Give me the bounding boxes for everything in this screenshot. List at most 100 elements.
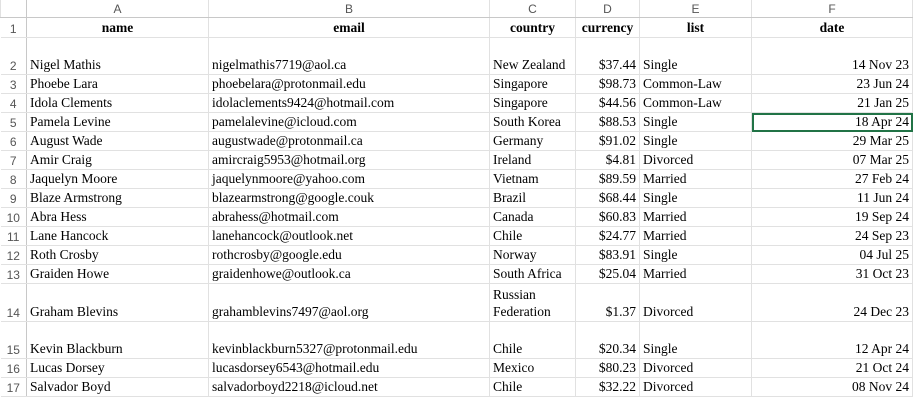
row-number[interactable]: 14 [0, 283, 27, 322]
row-number[interactable]: 12 [0, 245, 27, 265]
cell-email[interactable]: jaquelynmoore@yahoo.com [208, 169, 490, 189]
cell-country[interactable]: South Korea [489, 112, 576, 132]
cell-country[interactable]: Norway [489, 245, 576, 265]
column-header-b[interactable]: B [208, 0, 490, 18]
cell-currency[interactable]: $24.77 [575, 226, 640, 246]
header-cell-name[interactable]: name [26, 17, 209, 38]
cell-date[interactable]: 31 Oct 23 [751, 264, 913, 284]
header-cell-country[interactable]: country [489, 17, 576, 38]
cell-currency[interactable]: $44.56 [575, 93, 640, 113]
cell-list[interactable]: Married [639, 264, 752, 284]
cell-email[interactable]: lucasdorsey6543@hotmail.edu [208, 358, 490, 378]
cell-date[interactable]: 24 Sep 23 [751, 226, 913, 246]
cell-country[interactable]: Russian Federation [489, 283, 576, 322]
row-number[interactable]: 11 [0, 226, 27, 246]
cell-name[interactable]: Pamela Levine [26, 112, 209, 132]
cell-currency[interactable]: $80.23 [575, 358, 640, 378]
row-number[interactable]: 6 [0, 131, 27, 151]
cell-currency[interactable]: $68.44 [575, 188, 640, 208]
cell-currency[interactable]: $32.22 [575, 377, 640, 397]
cell-country[interactable]: Chile [489, 226, 576, 246]
cell-country[interactable]: South Africa [489, 264, 576, 284]
cell-email[interactable]: rothcrosby@google.edu [208, 245, 490, 265]
row-number[interactable]: 10 [0, 207, 27, 227]
header-cell-date[interactable]: date [751, 17, 913, 38]
cell-list[interactable]: Divorced [639, 150, 752, 170]
column-header-d[interactable]: D [575, 0, 640, 18]
column-header-a[interactable]: A [26, 0, 209, 18]
cell-list[interactable]: Divorced [639, 377, 752, 397]
cell-country[interactable]: Vietnam [489, 169, 576, 189]
cell-name[interactable]: Phoebe Lara [26, 74, 209, 94]
cell-country[interactable]: Singapore [489, 93, 576, 113]
row-number[interactable]: 13 [0, 264, 27, 284]
cell-name[interactable]: Graiden Howe [26, 264, 209, 284]
cell-name[interactable]: August Wade [26, 131, 209, 151]
cell-country[interactable]: Germany [489, 131, 576, 151]
spreadsheet-grid[interactable]: A B C D E F 1 name email country currenc… [0, 0, 913, 409]
cell-currency[interactable]: $60.83 [575, 207, 640, 227]
cell-list[interactable]: Single [639, 245, 752, 265]
cell-list[interactable]: Married [639, 207, 752, 227]
cell-name[interactable]: Abra Hess [26, 207, 209, 227]
column-header-e[interactable]: E [639, 0, 752, 18]
cell-currency[interactable]: $20.34 [575, 321, 640, 359]
cell-email[interactable]: grahamblevins7497@aol.org [208, 283, 490, 322]
cell-list[interactable]: Single [639, 37, 752, 75]
cell-name[interactable]: Nigel Mathis [26, 37, 209, 75]
cell-list[interactable]: Married [639, 226, 752, 246]
select-all-corner[interactable] [0, 0, 27, 18]
cell-country[interactable]: Mexico [489, 358, 576, 378]
cell-list[interactable]: Single [639, 321, 752, 359]
cell-list[interactable]: Common-Law [639, 93, 752, 113]
cell-country[interactable]: Chile [489, 321, 576, 359]
cell-email[interactable]: phoebelara@protonmail.edu [208, 74, 490, 94]
cell-date[interactable]: 21 Oct 24 [751, 358, 913, 378]
cell-list[interactable]: Single [639, 112, 752, 132]
cell-date[interactable]: 19 Sep 24 [751, 207, 913, 227]
cell-currency[interactable]: $37.44 [575, 37, 640, 75]
cell-currency[interactable]: $98.73 [575, 74, 640, 94]
cell-date-selected[interactable]: 18 Apr 24 [751, 112, 913, 132]
cell-currency[interactable]: $88.53 [575, 112, 640, 132]
cell-currency[interactable]: $4.81 [575, 150, 640, 170]
cell-name[interactable]: Jaquelyn Moore [26, 169, 209, 189]
header-cell-currency[interactable]: currency [575, 17, 640, 38]
cell-list[interactable]: Divorced [639, 358, 752, 378]
column-header-c[interactable]: C [489, 0, 576, 18]
cell-list[interactable]: Common-Law [639, 74, 752, 94]
header-cell-list[interactable]: list [639, 17, 752, 38]
row-number[interactable]: 8 [0, 169, 27, 189]
row-number[interactable]: 3 [0, 74, 27, 94]
cell-date[interactable]: 12 Apr 24 [751, 321, 913, 359]
cell-date[interactable]: 27 Feb 24 [751, 169, 913, 189]
cell-date[interactable]: 04 Jul 25 [751, 245, 913, 265]
row-number[interactable]: 16 [0, 358, 27, 378]
cell-list[interactable]: Single [639, 188, 752, 208]
cell-currency[interactable]: $91.02 [575, 131, 640, 151]
cell-email[interactable]: blazearmstrong@google.couk [208, 188, 490, 208]
cell-email[interactable]: abrahess@hotmail.com [208, 207, 490, 227]
cell-name[interactable]: Kevin Blackburn [26, 321, 209, 359]
cell-email[interactable]: nigelmathis7719@aol.ca [208, 37, 490, 75]
cell-email[interactable]: amircraig5953@hotmail.org [208, 150, 490, 170]
cell-name[interactable]: Roth Crosby [26, 245, 209, 265]
column-header-f[interactable]: F [751, 0, 913, 18]
cell-date[interactable]: 08 Nov 24 [751, 377, 913, 397]
cell-name[interactable]: Salvador Boyd [26, 377, 209, 397]
cell-name[interactable]: Lucas Dorsey [26, 358, 209, 378]
cell-date[interactable]: 29 Mar 25 [751, 131, 913, 151]
cell-country[interactable]: Canada [489, 207, 576, 227]
row-number[interactable]: 5 [0, 112, 27, 132]
row-number[interactable]: 1 [0, 17, 27, 38]
row-number[interactable]: 9 [0, 188, 27, 208]
cell-date[interactable]: 23 Jun 24 [751, 74, 913, 94]
cell-country[interactable]: New Zealand [489, 37, 576, 75]
row-number[interactable]: 17 [0, 377, 27, 397]
cell-name[interactable]: Graham Blevins [26, 283, 209, 322]
cell-email[interactable]: kevinblackburn5327@protonmail.edu [208, 321, 490, 359]
cell-email[interactable]: lanehancock@outlook.net [208, 226, 490, 246]
cell-name[interactable]: Blaze Armstrong [26, 188, 209, 208]
cell-list[interactable]: Married [639, 169, 752, 189]
cell-list[interactable]: Single [639, 131, 752, 151]
